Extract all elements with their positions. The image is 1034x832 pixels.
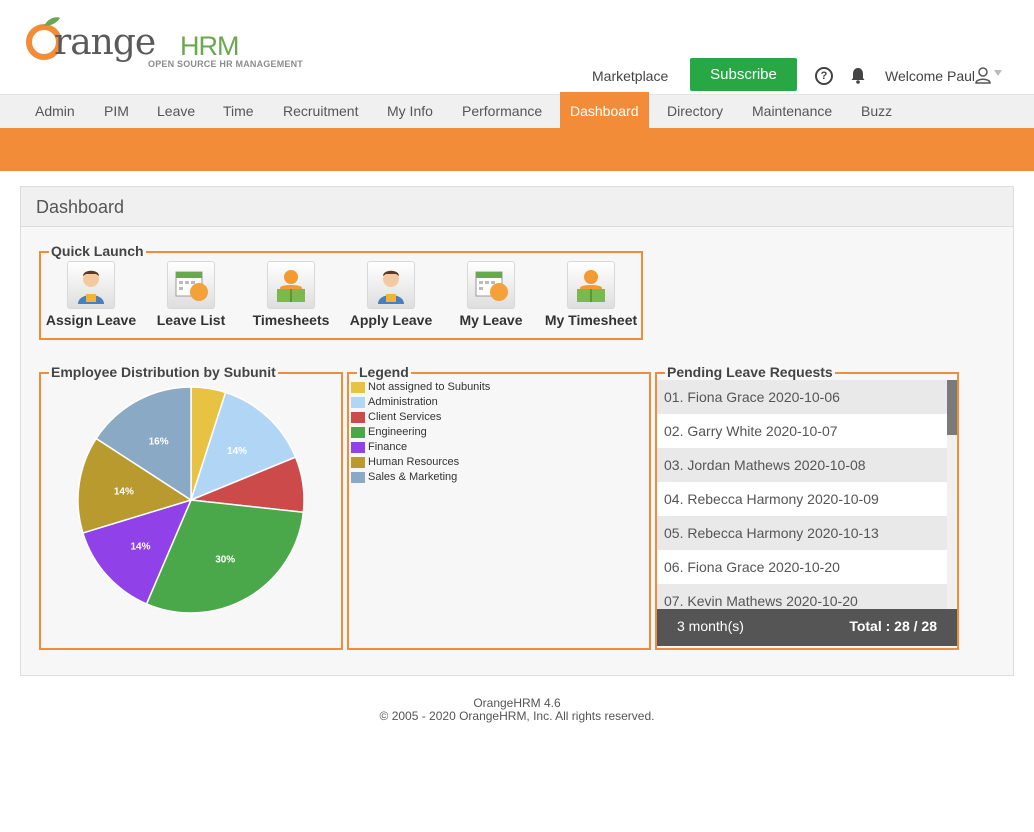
legend-item: Not assigned to Subunits — [351, 381, 490, 396]
legend-item: Engineering — [351, 426, 427, 441]
legend-swatch — [351, 456, 365, 468]
nav-tab-leave[interactable]: Leave — [147, 95, 205, 129]
pie-slice-label: 30% — [215, 555, 235, 566]
pie-slice-label: 14% — [131, 541, 151, 552]
legend-item: Administration — [351, 396, 438, 411]
nav-tab-recruitment[interactable]: Recruitment — [273, 95, 368, 129]
employee-distribution-panel: Employee Distribution by Subunit 14% 30% 1… — [39, 364, 343, 650]
pending-leave-row[interactable]: 03. Jordan Mathews 2020-10-08 — [657, 448, 947, 482]
nav-tab-directory[interactable]: Directory — [657, 95, 733, 129]
timesheets-icon — [267, 261, 315, 309]
pending-leave-row[interactable]: 04. Rebecca Harmony 2020-10-09 — [657, 482, 947, 516]
pie-slice-label: 14% — [114, 487, 134, 498]
my-leave-icon — [467, 261, 515, 309]
pending-leave-row[interactable]: 01. Fiona Grace 2020-10-06 — [657, 380, 947, 414]
legend-label: Sales & Marketing — [368, 471, 458, 483]
nav-tab-admin[interactable]: Admin — [25, 95, 85, 129]
legend-item: Human Resources — [351, 456, 459, 471]
nav-tab-my-info[interactable]: My Info — [377, 95, 443, 129]
pending-leave-row[interactable]: 02. Garry White 2020-10-07 — [657, 414, 947, 448]
legend-label: Administration — [368, 396, 438, 408]
bell-icon[interactable] — [849, 66, 867, 84]
main-nav: Admin PIM Leave Time Recruitment My Info… — [0, 92, 1034, 129]
dashboard-panel: Dashboard Quick Launch Assign Leave Leav… — [20, 186, 1014, 676]
quick-launch-label: My Timesheet — [544, 312, 638, 328]
quick-launch-timesheets[interactable]: Timesheets — [241, 261, 341, 328]
quick-launch-label: Leave List — [156, 312, 226, 328]
legend-label: Not assigned to Subunits — [368, 381, 491, 393]
pending-leave-scrollbar[interactable] — [947, 380, 957, 609]
employee-distribution-pie-chart: 14% 30% 14% 14% 16% — [77, 386, 305, 614]
top-links: Marketplace Subscribe ? Welcome Paul — [574, 58, 1034, 92]
legend-swatch — [351, 411, 365, 423]
nav-tab-performance[interactable]: Performance — [452, 95, 552, 129]
quick-launch-label: Apply Leave — [349, 312, 433, 328]
quick-launch-my-leave[interactable]: My Leave — [441, 261, 541, 328]
legend-title: Legend — [357, 364, 411, 380]
legend-label: Engineering — [368, 426, 427, 438]
legend-item: Client Services — [351, 411, 441, 426]
legend-swatch — [351, 396, 365, 408]
legend-item: Finance — [351, 441, 407, 456]
nav-tab-buzz[interactable]: Buzz — [851, 95, 902, 129]
pending-leave-panel: Pending Leave Requests 01. Fiona Grace 2… — [655, 364, 959, 650]
quick-launch-leave-list[interactable]: Leave List — [141, 261, 241, 328]
pending-leave-total: Total : 28 / 28 — [849, 618, 937, 634]
marketplace-link[interactable]: Marketplace — [592, 68, 668, 84]
quick-launch-label: My Leave — [459, 312, 523, 328]
nav-tab-pim[interactable]: PIM — [94, 95, 139, 129]
pending-leave-list[interactable]: 01. Fiona Grace 2020-10-06 02. Garry Whi… — [657, 380, 947, 609]
nav-tab-dashboard[interactable]: Dashboard — [560, 92, 649, 129]
pending-leave-title: Pending Leave Requests — [665, 364, 835, 380]
footer: OrangeHRM 4.6 © 2005 - 2020 OrangeHRM, I… — [0, 697, 1034, 723]
legend-swatch — [351, 471, 365, 483]
quick-launch-my-timesheet[interactable]: My Timesheet — [541, 261, 641, 328]
legend-label: Finance — [368, 441, 408, 453]
legend-label: Human Resources — [368, 456, 460, 468]
welcome-user[interactable]: Welcome Paul — [885, 68, 975, 84]
orange-banner — [0, 128, 1034, 171]
pending-leave-row[interactable]: 05. Rebecca Harmony 2020-10-13 — [657, 516, 947, 550]
scrollbar-thumb[interactable] — [947, 380, 957, 435]
help-icon[interactable]: ? — [815, 67, 833, 85]
employee-distribution-title: Employee Distribution by Subunit — [49, 364, 278, 380]
legend-item: Sales & Marketing — [351, 471, 457, 486]
quick-launch-label: Timesheets — [252, 312, 330, 328]
pie-slice-label: 16% — [149, 436, 169, 447]
chevron-down-icon[interactable] — [994, 70, 1002, 76]
subscribe-button[interactable]: Subscribe — [690, 58, 797, 91]
apply-leave-icon — [367, 261, 415, 309]
logo-hrm: HRM — [180, 31, 239, 61]
pending-leave-footer: 3 month(s) Total : 28 / 28 — [657, 609, 957, 646]
panel-header: Dashboard — [21, 187, 1013, 227]
my-timesheet-icon — [567, 261, 615, 309]
pending-leave-row[interactable]: 06. Fiona Grace 2020-10-20 — [657, 550, 947, 584]
user-icon[interactable] — [974, 66, 992, 84]
legend-label: Client Services — [368, 411, 442, 423]
legend-swatch — [351, 426, 365, 438]
quick-launch-assign-leave[interactable]: Assign Leave — [41, 261, 141, 328]
pending-leave-row[interactable]: 07. Kevin Mathews 2020-10-20 — [657, 584, 947, 609]
orangehrm-logo[interactable]: range HRM OPEN SOURCE HR MANAGEMENT — [24, 12, 314, 74]
quick-launch-apply-leave[interactable]: Apply Leave — [341, 261, 441, 328]
pending-leave-period: 3 month(s) — [677, 618, 744, 634]
legend-swatch — [351, 381, 365, 393]
assign-leave-icon — [67, 261, 115, 309]
logo-tagline: OPEN SOURCE HR MANAGEMENT — [148, 59, 304, 69]
legend-swatch — [351, 441, 365, 453]
quick-launch-panel: Quick Launch Assign Leave Leave List Tim… — [39, 243, 643, 340]
quick-launch-label: Assign Leave — [45, 312, 137, 328]
header: range HRM OPEN SOURCE HR MANAGEMENT Mark… — [0, 0, 1034, 94]
quick-launch-title: Quick Launch — [49, 243, 146, 259]
legend-panel: Legend Not assigned to Subunits Administr… — [347, 364, 651, 650]
logo-word: range — [54, 22, 156, 63]
page-title: Dashboard — [36, 197, 125, 217]
pie-slice-label: 14% — [227, 446, 247, 457]
nav-tab-maintenance[interactable]: Maintenance — [742, 95, 842, 129]
footer-copyright: © 2005 - 2020 OrangeHRM, Inc. All rights… — [379, 709, 655, 723]
nav-tab-time[interactable]: Time — [213, 95, 264, 129]
leave-list-icon — [167, 261, 215, 309]
